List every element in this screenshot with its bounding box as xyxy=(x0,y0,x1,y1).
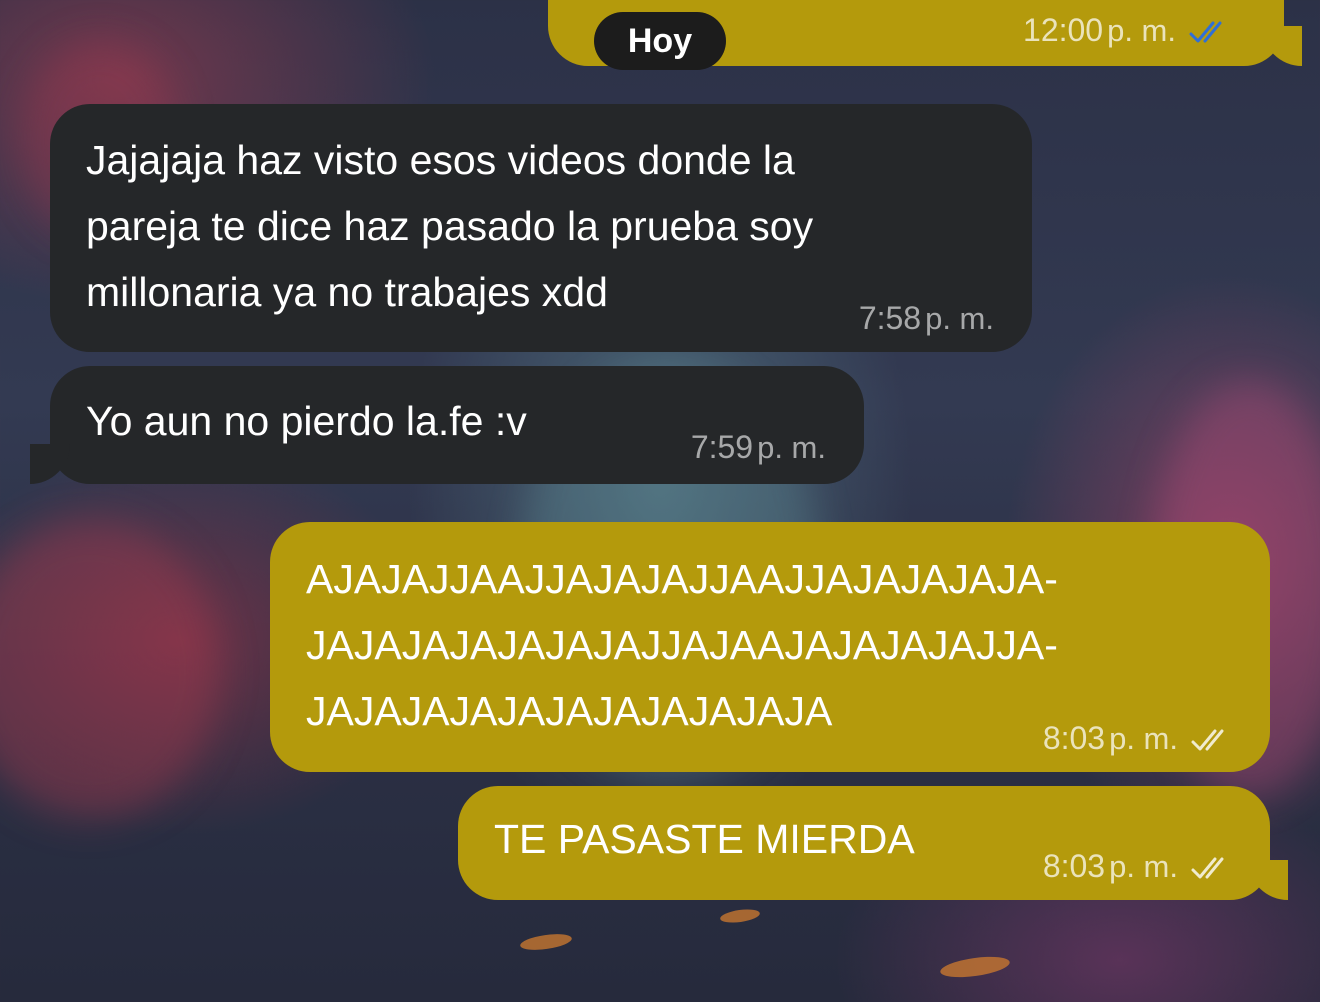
bubble-tail xyxy=(30,444,70,484)
double-check-read-icon xyxy=(1188,16,1232,53)
message-meta: 7:59 p. m. xyxy=(691,429,826,466)
bubble-tail xyxy=(1248,860,1288,900)
message-ampm: p. m. xyxy=(1109,721,1178,756)
message-time: 7:59 xyxy=(690,429,754,465)
message-meta: 7:58 p. m. xyxy=(859,300,994,337)
message-ampm: p. m. xyxy=(1107,13,1176,48)
message-text: TE PASASTE MIERDA xyxy=(494,816,915,862)
fish-decoration xyxy=(519,931,573,953)
message-meta: 8:03 p. m. xyxy=(1043,848,1234,885)
message-text: AJAJAJJAAJJAJAJAJJAAJJAJAJAJAJA- JAJAJAJ… xyxy=(306,556,1058,734)
message-time: 7:58 xyxy=(858,300,922,336)
message-ampm: p. m. xyxy=(1109,849,1178,884)
fish-decoration xyxy=(719,907,761,925)
message-time: 8:03 xyxy=(1042,720,1106,756)
double-check-delivered-icon xyxy=(1190,724,1234,761)
message-bubble-outgoing[interactable]: TE PASASTE MIERDA 8:03 p. m. xyxy=(458,786,1270,900)
message-time: 12:00 xyxy=(1023,12,1104,48)
message-meta: 12:00 p. m. xyxy=(1023,12,1232,49)
message-ampm: p. m. xyxy=(925,301,994,336)
message-bubble-outgoing[interactable]: AJAJAJJAAJJAJAJAJJAAJJAJAJAJAJA- JAJAJAJ… xyxy=(270,522,1270,772)
fish-decoration xyxy=(939,953,1011,981)
message-ampm: p. m. xyxy=(757,430,826,465)
message-bubble-incoming[interactable]: Yo aun no pierdo la.fe :v 7:59 p. m. xyxy=(50,366,864,484)
message-text: Yo aun no pierdo la.fe :v xyxy=(86,398,527,444)
message-bubble-incoming[interactable]: Jajajaja haz visto esos videos donde la … xyxy=(50,104,1032,352)
message-meta: 8:03 p. m. xyxy=(1043,720,1234,757)
date-separator-pill: Hoy xyxy=(594,12,726,70)
message-text: Jajajaja haz visto esos videos donde la … xyxy=(86,137,814,315)
coral-decoration xyxy=(0,520,220,820)
bubble-tail xyxy=(1262,26,1302,66)
double-check-delivered-icon xyxy=(1190,852,1234,889)
message-time: 8:03 xyxy=(1042,848,1106,884)
